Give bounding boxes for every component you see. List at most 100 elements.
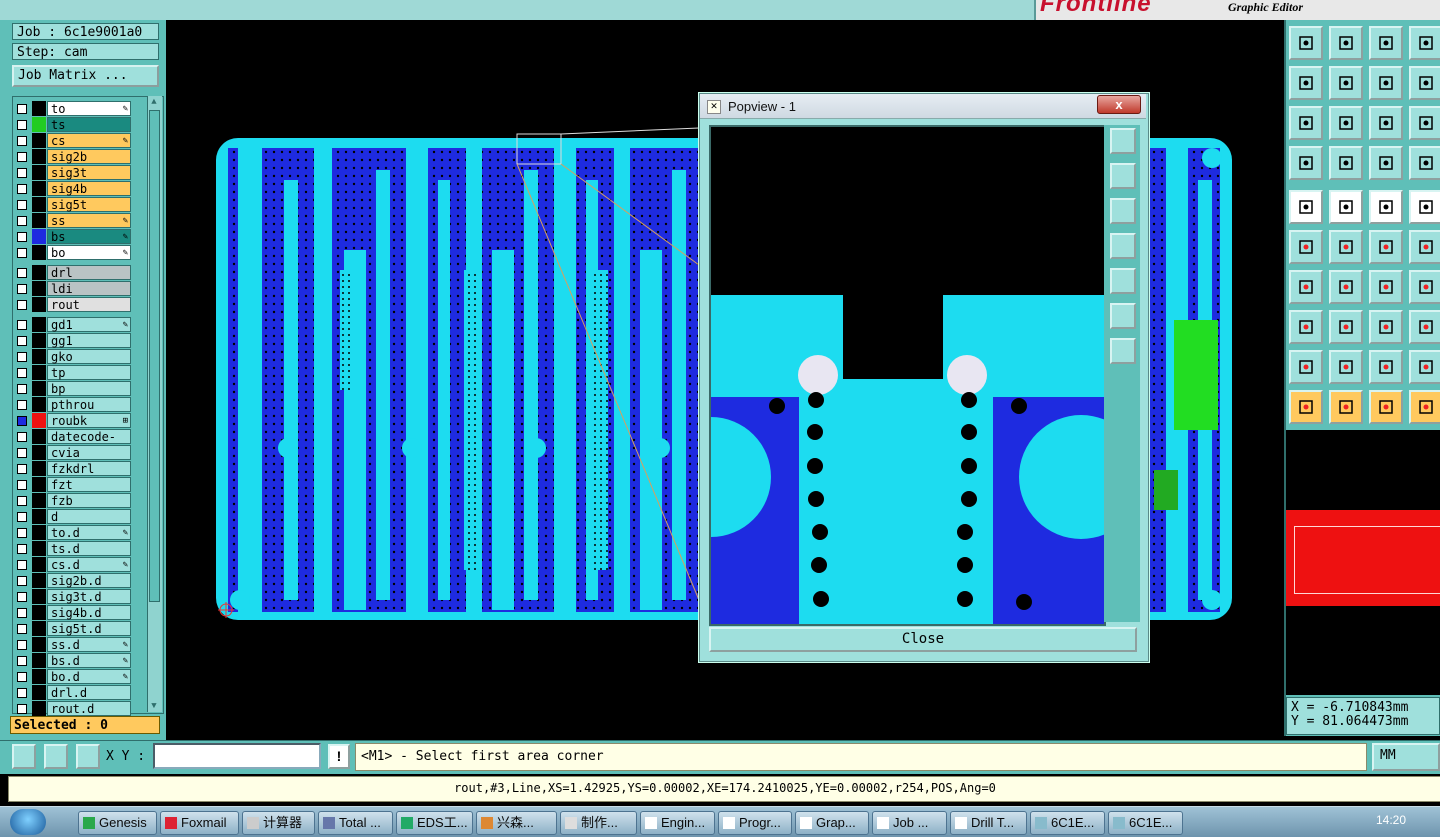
taskbar-item[interactable]: 兴森...: [476, 811, 557, 835]
layer-color-swatch[interactable]: [32, 621, 46, 636]
layer-color-swatch[interactable]: [32, 333, 46, 348]
layer-checkbox[interactable]: [17, 284, 27, 294]
layer-name[interactable]: gko: [47, 349, 131, 364]
layer-checkbox[interactable]: [17, 464, 27, 474]
layer-row[interactable]: bo.d ✎: [14, 669, 132, 684]
move-right-icon[interactable]: [1329, 66, 1363, 100]
taskbar-item[interactable]: 计算器: [242, 811, 315, 835]
layer-color-swatch[interactable]: [32, 669, 46, 684]
layer-color-swatch[interactable]: [32, 573, 46, 588]
layer-row[interactable]: rout.d: [14, 701, 132, 716]
layer-checkbox[interactable]: [17, 152, 27, 162]
layer-checkbox[interactable]: [17, 448, 27, 458]
layer-row[interactable]: fzkdrl: [14, 461, 132, 476]
layer-color-swatch[interactable]: [32, 605, 46, 620]
layer-row[interactable]: fzb: [14, 493, 132, 508]
layer-name[interactable]: roubk ⊞: [47, 413, 131, 428]
layer-checkbox[interactable]: [17, 656, 27, 666]
layer-color-swatch[interactable]: [32, 701, 46, 716]
layer-row[interactable]: sig3t.d: [14, 589, 132, 604]
layer-name[interactable]: datecode-to: [47, 429, 131, 459]
layer-name[interactable]: tp: [47, 365, 131, 380]
layer-color-swatch[interactable]: [32, 541, 46, 556]
layer-color-swatch[interactable]: [32, 197, 46, 212]
layer-color-swatch[interactable]: [32, 461, 46, 476]
layer-row[interactable]: ts.d: [14, 541, 132, 556]
layer-row[interactable]: bp: [14, 381, 132, 396]
xy-input[interactable]: [153, 743, 321, 769]
pan-right-icon[interactable]: [1110, 268, 1136, 294]
layer-name[interactable]: ss.d ✎: [47, 637, 131, 652]
node-icon[interactable]: [1289, 230, 1323, 264]
layer-name[interactable]: rout.d: [47, 701, 131, 716]
layer-name[interactable]: d: [47, 509, 131, 524]
window-close-button[interactable]: x: [1097, 95, 1141, 114]
layer-row[interactable]: bs ✎: [14, 229, 132, 244]
help-icon[interactable]: [1409, 106, 1440, 140]
layer-checkbox[interactable]: [17, 320, 27, 330]
layer-checkbox[interactable]: [17, 512, 27, 522]
pan-up-icon[interactable]: [1110, 163, 1136, 189]
layer-color-swatch[interactable]: [32, 165, 46, 180]
job-matrix-button[interactable]: Job Matrix ...: [12, 65, 159, 87]
layer-checkbox[interactable]: [17, 248, 27, 258]
arc-ccw-icon[interactable]: [1369, 270, 1403, 304]
layer-row[interactable]: gg1: [14, 333, 132, 348]
layer-color-swatch[interactable]: [32, 133, 46, 148]
layer-row[interactable]: sig2b.d: [14, 573, 132, 588]
pointer-icon[interactable]: [1289, 390, 1323, 424]
layer-color-swatch[interactable]: [32, 557, 46, 572]
layer-row[interactable]: sig2b: [14, 149, 132, 164]
layer-row[interactable]: roubk ⊞: [14, 413, 132, 428]
taskbar-item[interactable]: 6C1E...: [1030, 811, 1105, 835]
layer-name[interactable]: bo.d ✎: [47, 669, 131, 684]
rotate-icon[interactable]: [1409, 66, 1440, 100]
layer-row[interactable]: to.d ✎: [14, 525, 132, 540]
layer-row[interactable]: sig5t.d: [14, 621, 132, 636]
layer-color-swatch[interactable]: [32, 397, 46, 412]
pick-icon[interactable]: [1369, 390, 1403, 424]
layer-checkbox[interactable]: [17, 168, 27, 178]
layer-row[interactable]: sig4b.d: [14, 605, 132, 620]
units-selector[interactable]: MM: [1372, 743, 1440, 771]
layer-row[interactable]: bs.d ✎: [14, 653, 132, 668]
minus-icon[interactable]: [1329, 310, 1363, 344]
layer-color-swatch[interactable]: [32, 685, 46, 700]
net-icon[interactable]: [1369, 146, 1403, 180]
layer-row[interactable]: ldi: [14, 281, 132, 296]
layer-row[interactable]: drl.d: [14, 685, 132, 700]
popview-close-button[interactable]: Close: [709, 627, 1137, 652]
cut-icon[interactable]: [1329, 230, 1363, 264]
layer-checkbox[interactable]: [17, 200, 27, 210]
snap-icon[interactable]: [12, 744, 36, 769]
layer-checkbox[interactable]: [17, 576, 27, 586]
layer-row[interactable]: gko: [14, 349, 132, 364]
layer-row[interactable]: gd1 ✎: [14, 317, 132, 332]
taskbar-item[interactable]: Engin...: [640, 811, 715, 835]
triangle-icon[interactable]: [1289, 350, 1323, 384]
draw-line-icon[interactable]: [1289, 270, 1323, 304]
layer-checkbox[interactable]: [17, 672, 27, 682]
layer-row[interactable]: cvia: [14, 445, 132, 460]
taskbar-item[interactable]: Job ...: [872, 811, 947, 835]
layer-checkbox[interactable]: [17, 496, 27, 506]
layer-color-swatch[interactable]: [32, 229, 46, 244]
layer-checkbox[interactable]: [17, 336, 27, 346]
layer-checkbox[interactable]: [17, 608, 27, 618]
layer-name[interactable]: sig5t: [47, 197, 131, 212]
a-italic-icon[interactable]: [1409, 350, 1440, 384]
layer-row[interactable]: d: [14, 509, 132, 524]
layer-checkbox[interactable]: [17, 136, 27, 146]
layer-name[interactable]: pthrou: [47, 397, 131, 412]
measure-icon[interactable]: [44, 744, 68, 769]
layer-checkbox[interactable]: [17, 104, 27, 114]
layer-checkbox[interactable]: [17, 120, 27, 130]
layer-name[interactable]: rout: [47, 297, 131, 312]
taskbar-item[interactable]: EDS工...: [396, 811, 473, 835]
layer-checkbox[interactable]: [17, 592, 27, 602]
a-fill-icon[interactable]: [1369, 350, 1403, 384]
layer-color-swatch[interactable]: [32, 213, 46, 228]
multi-pointer-icon[interactable]: [1409, 390, 1440, 424]
layer-name[interactable]: sig4b.d: [47, 605, 131, 620]
layer-checkbox[interactable]: [17, 368, 27, 378]
